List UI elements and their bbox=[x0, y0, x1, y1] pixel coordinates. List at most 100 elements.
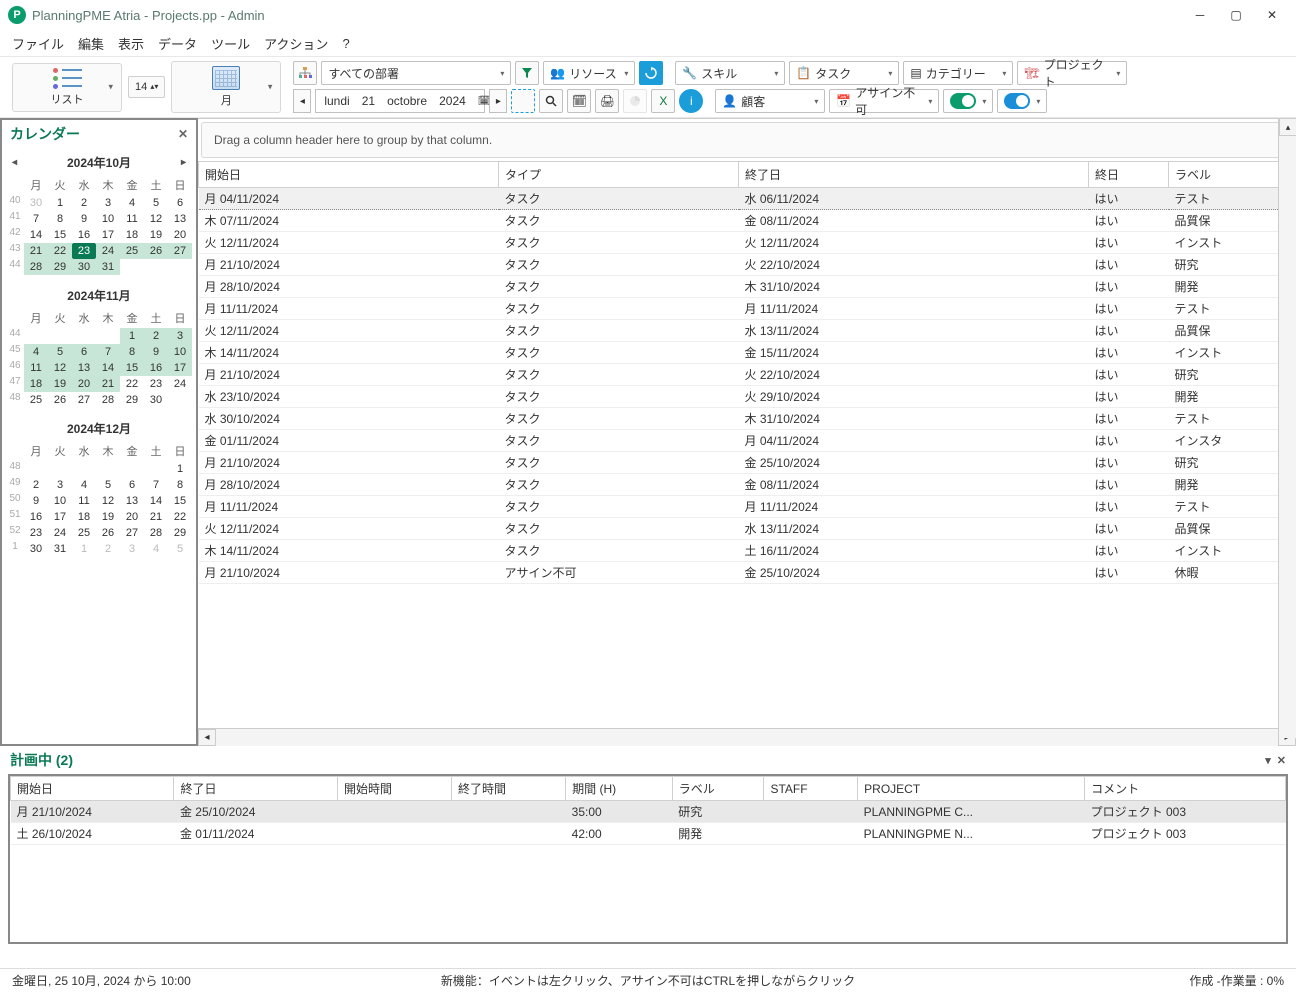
cal-day[interactable]: 31 bbox=[96, 259, 120, 275]
project-combo[interactable]: 🏗プロジェクト▾ bbox=[1017, 61, 1127, 85]
column-header[interactable]: 期間 (H) bbox=[566, 777, 673, 801]
menu-item[interactable]: ツール bbox=[211, 34, 250, 53]
cal-day[interactable]: 8 bbox=[120, 344, 144, 360]
table-row[interactable]: 火 12/11/2024タスク水 13/11/2024はい品質保 bbox=[199, 518, 1296, 540]
search-icon[interactable] bbox=[539, 89, 563, 113]
cal-day[interactable]: 24 bbox=[96, 243, 120, 259]
column-header[interactable]: 終日 bbox=[1089, 162, 1169, 188]
table-row[interactable]: 月 21/10/2024タスク火 22/10/2024はい研究 bbox=[199, 254, 1296, 276]
cal-day[interactable]: 17 bbox=[168, 360, 192, 376]
cal-day[interactable]: 27 bbox=[72, 392, 96, 408]
cal-day[interactable]: 23 bbox=[24, 525, 48, 541]
column-header[interactable]: 終了日 bbox=[739, 162, 1089, 188]
cal-day[interactable]: 6 bbox=[120, 477, 144, 493]
cal-day[interactable]: 5 bbox=[144, 195, 168, 211]
table-row[interactable]: 火 12/11/2024タスク水 13/11/2024はい品質保 bbox=[199, 320, 1296, 342]
cal-day[interactable]: 9 bbox=[24, 493, 48, 509]
cal-day[interactable]: 25 bbox=[72, 525, 96, 541]
date-picker[interactable]: lundi 21 octobre 2024 🗓 bbox=[315, 89, 485, 113]
table-row[interactable]: 水 23/10/2024タスク火 29/10/2024はい開発 bbox=[199, 386, 1296, 408]
table-row[interactable]: 月 04/11/2024タスク水 06/11/2024はいテスト bbox=[199, 188, 1296, 210]
cal-next-icon[interactable]: ▸ bbox=[181, 157, 186, 168]
cal-day[interactable]: 5 bbox=[48, 344, 72, 360]
cal-day[interactable]: 29 bbox=[168, 525, 192, 541]
cal-day[interactable]: 1 bbox=[72, 541, 96, 557]
column-header[interactable]: 開始時間 bbox=[337, 777, 451, 801]
month-view-button[interactable]: ▾ 月 bbox=[171, 61, 281, 113]
cal-day[interactable]: 15 bbox=[168, 493, 192, 509]
cal-day[interactable]: 12 bbox=[144, 211, 168, 227]
excel-export-icon[interactable]: X bbox=[651, 89, 675, 113]
department-combo[interactable]: すべての部署▾ bbox=[321, 61, 511, 85]
cal-day[interactable] bbox=[48, 328, 72, 344]
table-row[interactable]: 月 28/10/2024タスク木 31/10/2024はい開発 bbox=[199, 276, 1296, 298]
cal-day[interactable]: 25 bbox=[120, 243, 144, 259]
cal-day[interactable]: 2 bbox=[96, 541, 120, 557]
cal-day[interactable]: 13 bbox=[72, 360, 96, 376]
cal-day[interactable]: 24 bbox=[48, 525, 72, 541]
column-header[interactable]: 終了日 bbox=[174, 777, 337, 801]
unassign-combo[interactable]: 📅アサイン不可▾ bbox=[829, 89, 939, 113]
menu-item[interactable]: データ bbox=[158, 34, 197, 53]
cal-day[interactable] bbox=[144, 461, 168, 477]
cal-day[interactable]: 3 bbox=[96, 195, 120, 211]
cal-day[interactable]: 16 bbox=[72, 227, 96, 243]
font-size-input[interactable]: 14 ▴▾ bbox=[128, 76, 165, 98]
cal-day[interactable]: 5 bbox=[96, 477, 120, 493]
cal-day[interactable]: 16 bbox=[144, 360, 168, 376]
cal-day[interactable]: 7 bbox=[24, 211, 48, 227]
cal-day[interactable] bbox=[24, 328, 48, 344]
table-row[interactable]: 月 21/10/2024アサイン不可金 25/10/2024はい休暇 bbox=[199, 562, 1296, 584]
cal-day[interactable]: 8 bbox=[168, 477, 192, 493]
menu-item[interactable]: 表示 bbox=[118, 34, 144, 53]
cal-day[interactable]: 26 bbox=[144, 243, 168, 259]
cal-day[interactable]: 11 bbox=[72, 493, 96, 509]
cal-day[interactable]: 17 bbox=[96, 227, 120, 243]
table-row[interactable]: 月 21/10/2024タスク火 22/10/2024はい研究 bbox=[199, 364, 1296, 386]
table-row[interactable]: 木 14/11/2024タスク土 16/11/2024はいインスト bbox=[199, 540, 1296, 562]
cal-day[interactable]: 14 bbox=[144, 493, 168, 509]
cal-day[interactable]: 14 bbox=[96, 360, 120, 376]
cal-day[interactable]: 27 bbox=[168, 243, 192, 259]
cal-day[interactable]: 5 bbox=[168, 541, 192, 557]
cal-day[interactable]: 27 bbox=[120, 525, 144, 541]
menu-item[interactable]: アクション bbox=[264, 34, 328, 53]
toggle-1[interactable]: ▾ bbox=[943, 89, 993, 113]
cal-day[interactable]: 19 bbox=[48, 376, 72, 392]
cal-day[interactable]: 2 bbox=[24, 477, 48, 493]
calendar-action-icon[interactable]: 🗓 bbox=[567, 89, 591, 113]
cal-day[interactable]: 12 bbox=[96, 493, 120, 509]
vertical-scrollbar[interactable]: ▴ bbox=[1278, 118, 1296, 738]
close-button[interactable]: ✕ bbox=[1266, 9, 1278, 21]
cal-day[interactable] bbox=[96, 328, 120, 344]
cal-day[interactable]: 21 bbox=[96, 376, 120, 392]
cal-day[interactable]: 17 bbox=[48, 509, 72, 525]
cal-day[interactable]: 28 bbox=[144, 525, 168, 541]
cal-day[interactable]: 23 bbox=[144, 376, 168, 392]
table-row[interactable]: 火 12/11/2024タスク火 12/11/2024はいインスト bbox=[199, 232, 1296, 254]
cal-day[interactable]: 4 bbox=[120, 195, 144, 211]
date-prev-button[interactable]: ◂ bbox=[293, 89, 311, 113]
cal-day[interactable] bbox=[96, 461, 120, 477]
cal-day[interactable]: 16 bbox=[24, 509, 48, 525]
table-row[interactable]: 土 26/10/2024金 01/11/202442:00開発PLANNINGP… bbox=[11, 823, 1286, 845]
cal-day[interactable]: 30 bbox=[24, 541, 48, 557]
skill-combo[interactable]: 🔧スキル▾ bbox=[675, 61, 785, 85]
cal-day[interactable]: 19 bbox=[96, 509, 120, 525]
cal-day[interactable]: 4 bbox=[144, 541, 168, 557]
table-row[interactable]: 木 07/11/2024タスク金 08/11/2024はい品質保 bbox=[199, 210, 1296, 232]
menu-item[interactable]: ファイル bbox=[12, 34, 64, 53]
cal-day[interactable]: 24 bbox=[168, 376, 192, 392]
cal-day[interactable]: 7 bbox=[144, 477, 168, 493]
table-row[interactable]: 月 21/10/2024金 25/10/202435:00研究PLANNINGP… bbox=[11, 801, 1286, 823]
cal-day[interactable] bbox=[72, 328, 96, 344]
column-header[interactable]: タイプ bbox=[499, 162, 739, 188]
cal-day[interactable]: 28 bbox=[24, 259, 48, 275]
cal-day[interactable]: 3 bbox=[120, 541, 144, 557]
cal-day[interactable]: 10 bbox=[96, 211, 120, 227]
cal-day[interactable]: 11 bbox=[120, 211, 144, 227]
cal-prev-icon[interactable]: ◂ bbox=[12, 157, 17, 168]
cal-day[interactable]: 21 bbox=[144, 509, 168, 525]
cal-day[interactable]: 29 bbox=[120, 392, 144, 408]
info-icon[interactable]: i bbox=[679, 89, 703, 113]
